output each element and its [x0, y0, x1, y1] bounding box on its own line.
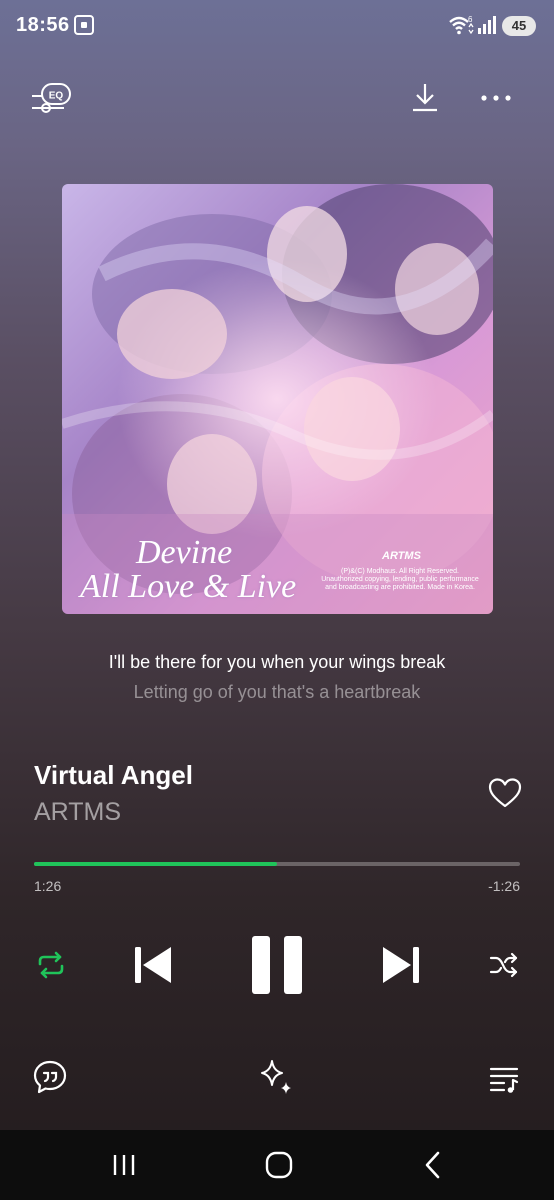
- shuffle-icon[interactable]: [488, 950, 520, 980]
- skip-previous-icon[interactable]: [130, 942, 176, 988]
- more-icon[interactable]: [478, 80, 514, 114]
- eq-label: EQ: [49, 91, 64, 102]
- player-bottom-bar: [0, 1055, 554, 1105]
- time-elapsed: 1:26: [34, 878, 62, 894]
- download-icon[interactable]: [408, 80, 442, 114]
- home-icon[interactable]: [264, 1150, 294, 1180]
- progress-fill: [34, 862, 277, 866]
- skip-next-icon[interactable]: [378, 942, 424, 988]
- album-title-line2: All Love & Live: [80, 568, 297, 605]
- screenshot-icon: [74, 15, 94, 35]
- time-remaining: -1:26: [488, 878, 520, 894]
- player-top-bar: EQ: [0, 70, 554, 126]
- wifi-label: 6: [468, 15, 473, 24]
- eq-icon[interactable]: EQ: [30, 80, 74, 114]
- system-nav-bar: [0, 1130, 554, 1200]
- battery-indicator: 45: [502, 16, 536, 36]
- album-title-art: Devine All Love & Live: [80, 536, 296, 604]
- lyric-next-line[interactable]: Letting go of you that's a heartbreak: [0, 682, 554, 703]
- album-brand: ARTMS: [382, 550, 421, 562]
- album-title-line1: Devine: [136, 534, 233, 571]
- queue-icon[interactable]: [488, 1063, 520, 1093]
- wifi-icon: 6: [449, 15, 474, 35]
- signal-icon: [478, 16, 496, 34]
- track-title[interactable]: Virtual Angel: [34, 760, 193, 791]
- status-bar: 18:56 6 45: [0, 0, 554, 52]
- lyrics-icon[interactable]: [32, 1059, 68, 1095]
- status-time: 18:56: [16, 14, 70, 36]
- heart-icon[interactable]: [487, 776, 523, 810]
- pause-icon[interactable]: [248, 932, 306, 998]
- album-copyright: (P)&(C) Modhaus. All Right Reserved. Una…: [321, 568, 479, 591]
- track-artist[interactable]: ARTMS: [34, 798, 121, 827]
- back-icon[interactable]: [420, 1150, 446, 1180]
- repeat-icon[interactable]: [34, 948, 68, 982]
- lyric-current-line[interactable]: I'll be there for you when your wings br…: [0, 652, 554, 673]
- progress-bar[interactable]: [34, 862, 520, 866]
- album-art: Devine All Love & Live ARTMS (P)&(C) Mod…: [62, 184, 493, 614]
- recent-apps-icon[interactable]: [110, 1152, 138, 1178]
- sparkle-icon[interactable]: [256, 1057, 296, 1097]
